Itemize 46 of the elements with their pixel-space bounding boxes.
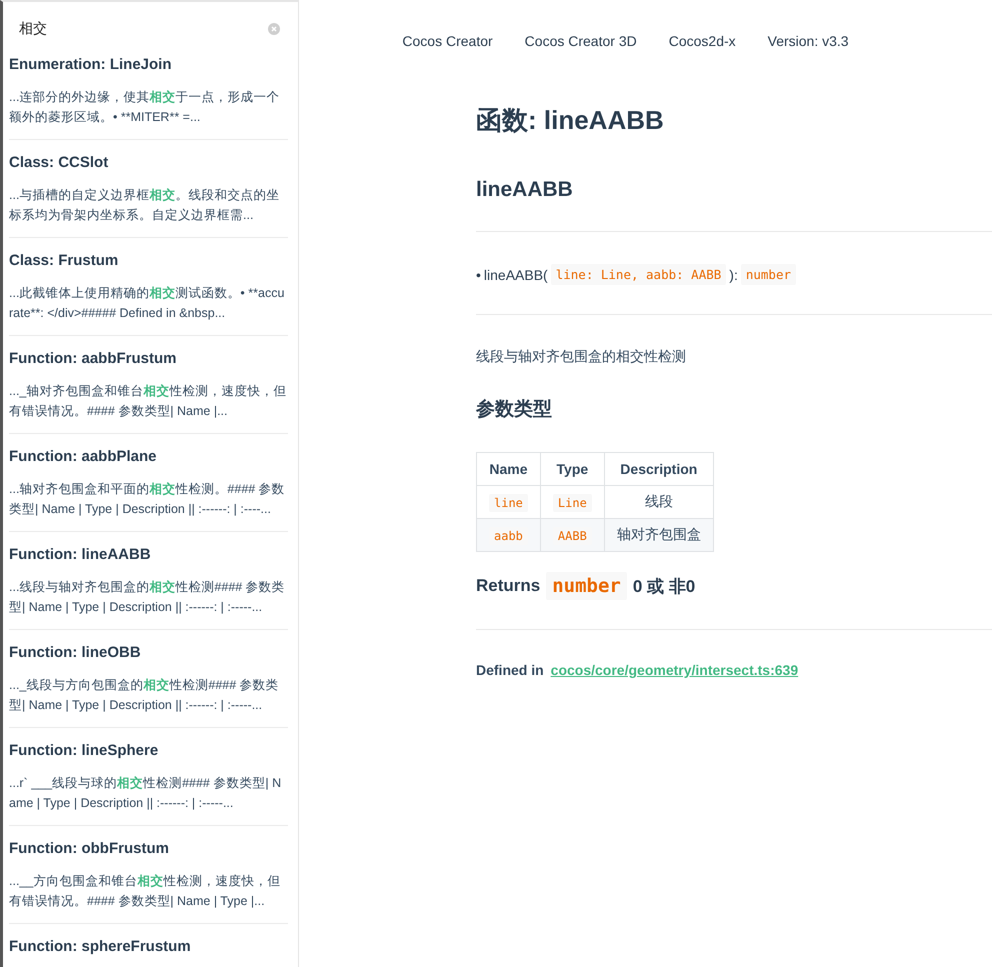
table-cell: aabb: [489, 527, 528, 545]
parameter-code: line: Line, aabb: AABB: [550, 264, 726, 285]
result-title[interactable]: Class: CCSlot: [9, 154, 288, 171]
result-title[interactable]: Function: lineAABB: [9, 546, 288, 563]
result-snippet: ...线段与轴对齐包围盒的相交性检测#### 参数类型| Name | Type | Description || :------: | :-----...: [9, 579, 286, 616]
nav-link[interactable]: Cocos Creator 3D: [524, 33, 637, 49]
result-title[interactable]: Function: aabbFrustum: [9, 350, 288, 367]
result-title[interactable]: Function: sphereFrustum: [9, 938, 288, 955]
nav-link[interactable]: Cocos Creator: [402, 33, 493, 49]
table-cell: 线段: [644, 493, 673, 509]
table-cell: line: [489, 494, 528, 512]
result-title[interactable]: Enumeration: LineJoin: [9, 56, 288, 73]
page-title: 函数: lineAABB: [476, 104, 665, 137]
result-title[interactable]: Function: lineOBB: [9, 644, 288, 661]
returns-text: 0 或 非0: [632, 576, 696, 598]
signature-text: ):: [729, 266, 738, 282]
result-snippet: ...与插槽的自定义边界框相交。线段和交点的坐标系均为骨架内坐标系。自定义边界框需...: [9, 187, 280, 224]
description-text: 线段与轴对齐包围盒的相交性检测: [476, 348, 687, 366]
nav-link[interactable]: Cocos2d-x: [668, 33, 736, 49]
result-snippet: ...r` ___线段与球的相交性检测#### 参数类型| Name | Type | Description || :------: | :-----...: [9, 775, 282, 812]
column-header: Type: [540, 452, 604, 486]
table-cell: AABB: [552, 527, 592, 545]
result-snippet: ...轴对齐包围盒和平面的相交性检测。#### 参数类型| Name | Type | Description || :------: | :----...: [9, 481, 286, 518]
result-snippet: ...连部分的外边缘，使其相交于一点，形成一个 额外的菱形区域。• **MITER** =...: [9, 89, 280, 126]
column-header: Name: [476, 452, 540, 486]
parameters-heading: 参数类型: [476, 398, 553, 422]
returns-label: Returns: [476, 576, 540, 596]
nav-link[interactable]: Version: v3.3: [768, 33, 849, 49]
clear-icon[interactable]: [268, 23, 280, 35]
result-title[interactable]: Class: Frustum: [9, 252, 288, 269]
result-title[interactable]: Function: obbFrustum: [9, 840, 288, 857]
return-type-code: number: [546, 572, 627, 600]
table-cell: Line: [552, 494, 592, 512]
result-title[interactable]: Function: aabbPlane: [9, 448, 288, 465]
table-cell: 轴对齐包围盒: [616, 526, 701, 542]
function-name: lineAABB(: [484, 266, 548, 282]
result-snippet: ..._线段与方向包围盒的相交性检测#### 参数类型| Name | Type | Description || :------: | :-----...: [9, 677, 280, 714]
result-snippet: ...此截锥体上使用精确的相交测试函数。• **accurate**: </div>##### Defined in &nbsp...: [9, 285, 286, 322]
column-header: Description: [604, 452, 714, 486]
section-title: lineAABB: [476, 178, 574, 202]
result-snippet: ...__方向包围盒和锥台相交性检测，速度快，但有错误情况。#### 参数类型| Name | Type |...: [9, 873, 282, 910]
result-snippet: ..._轴对齐包围盒和锥台相交性检测，速度快，但有错误情况。#### 参数类型| Name |...: [9, 383, 288, 420]
return-type-code: number: [740, 264, 796, 285]
defined-in-label: Defined in: [476, 662, 544, 678]
bullet-text: •: [476, 266, 481, 282]
result-title[interactable]: Function: lineSphere: [9, 742, 288, 759]
